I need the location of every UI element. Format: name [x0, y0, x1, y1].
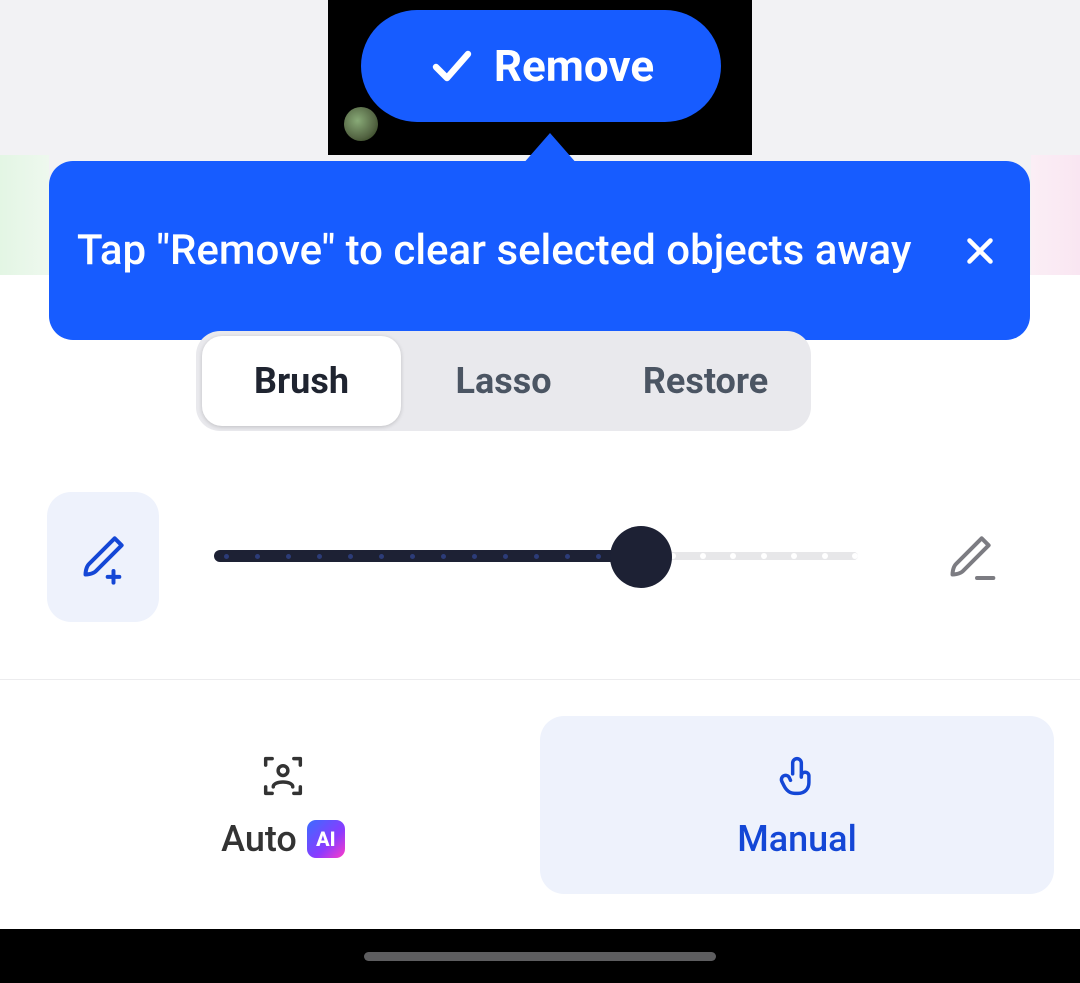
brush-increase-button[interactable] [47, 492, 159, 622]
brush-size-row [0, 492, 1080, 622]
canvas-stripe-left [0, 155, 49, 275]
system-bottom-bar [0, 929, 1080, 983]
brush-plus-icon [75, 529, 131, 585]
remove-button[interactable]: Remove [361, 10, 721, 122]
home-indicator[interactable] [364, 952, 716, 961]
mode-manual-button[interactable]: Manual [540, 716, 1054, 894]
mode-auto-button[interactable]: Auto AI [26, 716, 540, 894]
remove-button-label: Remove [494, 40, 654, 92]
slider-tick-marks-active [224, 550, 632, 562]
mode-row: Auto AI Manual [0, 679, 1080, 929]
tooltip-close-button[interactable] [958, 229, 1002, 273]
tab-restore-label: Restore [643, 360, 768, 402]
brush-minus-icon [942, 529, 998, 585]
tooltip-text: Tap "Remove" to clear selected objects a… [77, 222, 911, 280]
thumbnail-avatar [344, 107, 378, 141]
mode-manual-label: Manual [737, 818, 857, 860]
tab-lasso-label: Lasso [455, 360, 551, 402]
tab-brush-label: Brush [254, 360, 349, 402]
tab-restore[interactable]: Restore [606, 336, 805, 426]
check-icon [428, 42, 476, 90]
close-icon [962, 233, 998, 269]
person-detect-icon [257, 750, 309, 802]
ai-badge: AI [307, 820, 345, 858]
tab-lasso[interactable]: Lasso [404, 336, 603, 426]
mode-auto-label: Auto [221, 818, 297, 860]
tooltip: Tap "Remove" to clear selected objects a… [49, 161, 1030, 340]
canvas-stripe-right [1031, 155, 1080, 275]
hand-tap-icon [771, 750, 823, 802]
brush-size-thumb[interactable] [610, 526, 672, 588]
tool-segmented-control: Brush Lasso Restore [196, 331, 811, 431]
tab-brush[interactable]: Brush [202, 336, 401, 426]
brush-decrease-button[interactable] [920, 492, 1020, 622]
